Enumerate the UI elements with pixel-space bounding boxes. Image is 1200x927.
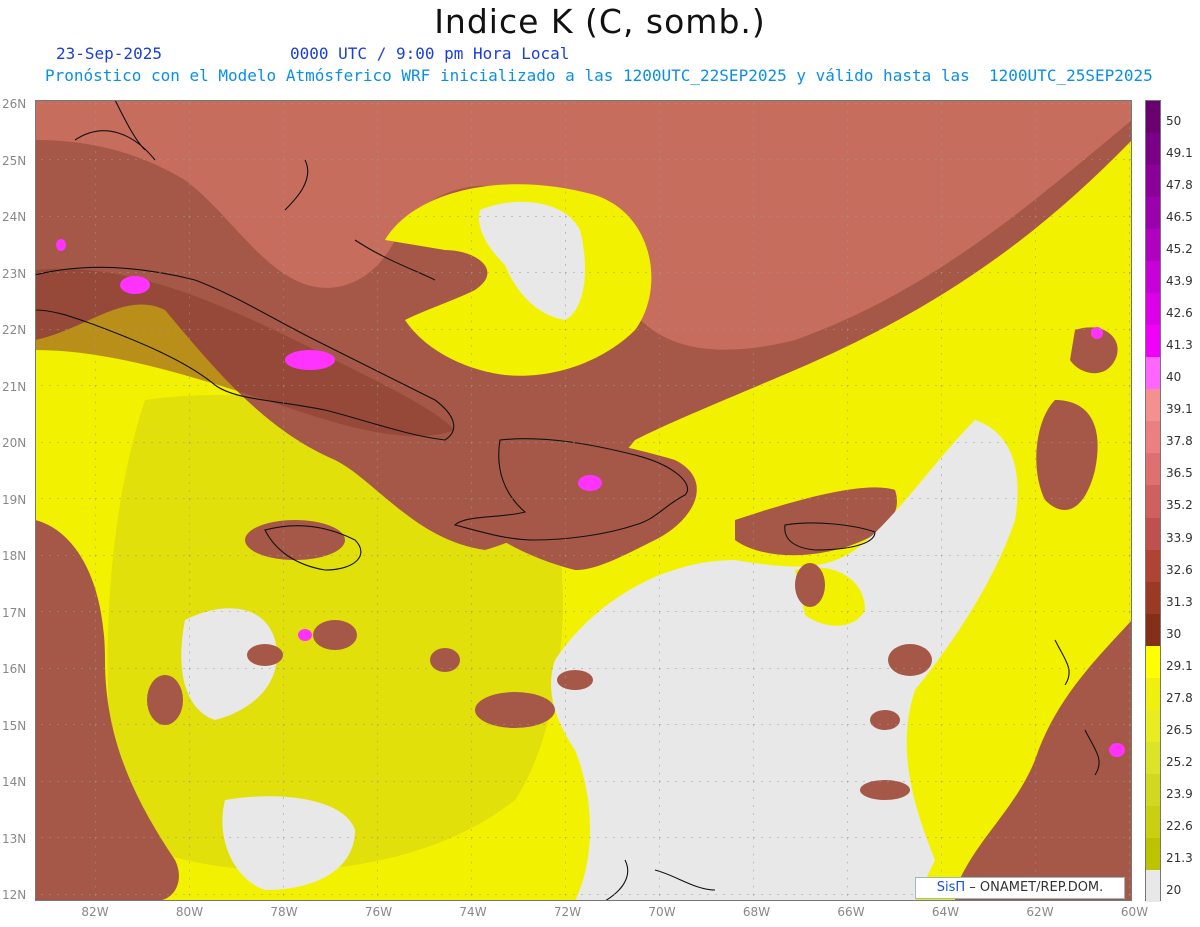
lon-label: 64W — [931, 905, 960, 919]
colorbar-label: 49.1 — [1166, 146, 1193, 161]
colorbar-label: 50 — [1166, 114, 1182, 128]
forecast-subtitle: Pronóstico con el Modelo Atmósferico WRF… — [45, 66, 1153, 85]
colorbar-label: 32.6 — [1166, 562, 1193, 577]
lon-label: 62W — [1026, 905, 1054, 919]
lon-label: 78W — [270, 905, 298, 919]
colorbar-swatch — [1146, 805, 1160, 839]
colorbar-swatch — [1146, 709, 1160, 743]
lat-label: 15N — [2, 718, 27, 733]
colorbar-label: 20 — [1166, 882, 1182, 897]
colorbar-label: 25.2 — [1166, 754, 1193, 769]
colorbar-label: 23.9 — [1166, 786, 1193, 801]
colorbar-swatch — [1146, 133, 1160, 166]
colorbar-label: 46.5 — [1166, 210, 1193, 225]
lat-label: 26N — [2, 97, 27, 111]
colorbar-label: 40 — [1166, 370, 1182, 385]
colorbar-swatch — [1146, 485, 1160, 518]
colorbar-swatch — [1146, 325, 1160, 358]
credit-text: – ONAMET/REP.DOM. — [969, 880, 1104, 895]
colorbar-swatch — [1146, 549, 1160, 583]
colorbar-label: 45.2 — [1166, 242, 1193, 257]
lon-label: 74W — [459, 905, 487, 919]
colorbar-swatch — [1146, 645, 1160, 679]
colorbar-label: 39.1 — [1166, 402, 1193, 417]
colorbar-label: 21.3 — [1166, 850, 1193, 865]
forecast-date: 23-Sep-2025 — [56, 44, 162, 63]
lat-label: 23N — [2, 266, 27, 281]
lon-label: 76W — [364, 905, 393, 919]
lat-label: 19N — [2, 492, 27, 507]
colorbar-label: 36.5 — [1166, 466, 1193, 481]
colorbar-swatch — [1146, 261, 1160, 294]
colorbar-label: 37.8 — [1166, 434, 1193, 449]
lat-label: 21N — [2, 379, 27, 394]
lon-label: 70W — [648, 905, 676, 919]
colorbar-label: 33.9 — [1166, 530, 1193, 545]
lat-label: 13N — [2, 831, 27, 846]
colorbar-swatch — [1146, 581, 1160, 615]
colorbar-swatch — [1146, 741, 1160, 775]
credit-box: SisΠ – ONAMET/REP.DOM. — [915, 877, 1125, 899]
lat-label: 12N — [2, 888, 27, 902]
lat-label: 14N — [2, 775, 27, 789]
map-title: Indice K (C, somb.) — [434, 2, 766, 41]
lat-label: 24N — [2, 210, 27, 224]
colorbar-swatch — [1146, 677, 1160, 711]
grid-lines — [35, 100, 1132, 901]
lon-label: 82W — [81, 905, 109, 919]
lat-label: 20N — [2, 436, 27, 450]
colorbar-label: 29.1 — [1166, 658, 1193, 673]
colorbar-swatch — [1146, 357, 1160, 390]
lat-label: 17N — [2, 605, 27, 620]
forecast-time: 0000 UTC / 9:00 pm Hora Local — [290, 44, 570, 63]
colorbar-label: 43.9 — [1166, 274, 1193, 289]
colorbar-label: 42.6 — [1166, 306, 1193, 321]
lon-label: 60W — [1120, 905, 1149, 919]
colorbar-swatch — [1146, 165, 1160, 198]
lon-label: 66W — [837, 905, 865, 919]
colorbar-swatch — [1146, 101, 1160, 134]
colorbar-label: 31.3 — [1166, 594, 1193, 609]
colorbar-swatch — [1146, 421, 1160, 454]
k-index-map — [35, 100, 1132, 901]
colorbar-swatch — [1146, 613, 1160, 647]
colorbar-label: 47.8 — [1166, 178, 1193, 193]
lon-label: 80W — [175, 905, 204, 919]
colorbar-swatch — [1146, 197, 1160, 230]
lat-label: 18N — [2, 549, 27, 563]
colorbar-swatch — [1146, 453, 1160, 486]
colorbar-label: 26.5 — [1166, 722, 1193, 737]
colorbar-label: 22.6 — [1166, 818, 1193, 833]
colorbar-swatch — [1146, 869, 1160, 903]
colorbar-label: 27.8 — [1166, 690, 1193, 705]
colorbar-swatch — [1146, 837, 1160, 871]
colorbar-swatch — [1146, 389, 1160, 422]
lon-label: 68W — [742, 905, 771, 919]
colorbar — [1145, 100, 1161, 903]
lat-label: 16N — [2, 662, 27, 676]
colorbar-swatch — [1146, 517, 1160, 551]
colorbar-label: 41.3 — [1166, 338, 1193, 353]
brand-text: SisΠ — [936, 880, 966, 895]
colorbar-label: 35.2 — [1166, 498, 1193, 513]
colorbar-swatch — [1146, 773, 1160, 807]
colorbar-swatch — [1146, 229, 1160, 262]
lat-label: 25N — [2, 153, 27, 168]
lat-label: 22N — [2, 323, 27, 337]
colorbar-swatch — [1146, 293, 1160, 326]
colorbar-label: 30 — [1166, 626, 1182, 641]
lon-label: 72W — [553, 905, 582, 919]
